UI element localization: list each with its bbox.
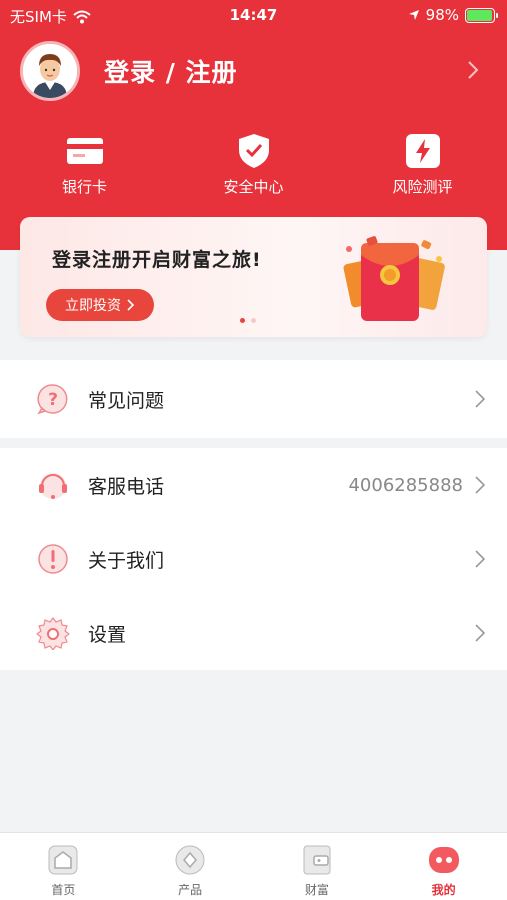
chevron-right-icon[interactable] [467,60,479,80]
menu-item-label: 关于我们 [88,549,165,572]
chevron-right-icon [475,476,485,494]
wallet-icon [303,845,331,875]
tab-mine[interactable]: 我的 [380,833,507,900]
menu-item-about-us[interactable]: 关于我们 [0,522,507,596]
menu-item-settings[interactable]: 设置 [0,596,507,670]
status-bar: 无SIM卡 14:47 98% [0,0,507,30]
home-icon [48,845,78,875]
chevron-right-icon [475,624,485,642]
menu-item-faq[interactable]: ? 常见问题 [0,360,507,438]
tab-label: 首页 [51,883,76,897]
question-icon: ? [37,384,68,415]
location-arrow-icon [408,10,419,20]
menu-item-label: 常见问题 [88,389,165,412]
quick-action-label: 安全中心 [223,178,284,196]
promo-banner[interactable]: 登录注册开启财富之旅! 立即投资 [20,217,487,337]
invest-now-label: 立即投资 [65,298,121,314]
shield-check-icon [238,134,269,168]
exclamation-icon [38,544,68,574]
battery-icon [465,7,498,23]
quick-action-risk-assessment[interactable]: 风险测评 [338,132,507,212]
quick-action-security-center[interactable]: 安全中心 [169,132,338,212]
battery-fill [467,9,493,21]
menu-group-info: 客服电话 4006285888 关于我们 设置 [0,448,507,670]
pagination-dot [251,318,256,323]
avatar[interactable] [20,41,80,101]
banner-pagination [240,318,256,323]
invest-now-button[interactable]: 立即投资 [46,289,154,321]
menu-item-label: 设置 [88,623,127,646]
tab-product[interactable]: 产品 [127,833,254,900]
chevron-right-icon [475,550,485,568]
tab-label: 产品 [178,883,203,897]
quick-action-bank-card[interactable]: 银行卡 [0,132,169,212]
headset-icon [39,473,67,499]
quick-action-label: 风险测评 [392,178,453,196]
profile-row[interactable]: 登录 / 注册 [20,40,487,102]
red-packet-illustration [343,236,445,321]
menu-group-help: ? 常见问题 [0,360,507,438]
product-icon [175,845,205,875]
tab-label: 财富 [304,883,329,897]
svg-text:?: ? [48,390,58,410]
login-register-label[interactable]: 登录 / 注册 [104,53,238,89]
tab-home[interactable]: 首页 [0,833,127,900]
menu-item-label: 客服电话 [88,475,165,498]
menu-item-customer-service[interactable]: 客服电话 4006285888 [0,448,507,522]
bank-card-icon [66,138,103,164]
bottom-tab-bar: 首页 产品 财富 我的 [0,832,507,900]
chevron-right-icon [475,390,485,408]
hotline-number[interactable]: 4006285888 [348,475,463,496]
gear-icon [36,617,70,650]
tab-label: 我的 [431,883,456,897]
header-background [0,0,507,250]
avatar-icon [23,44,77,98]
profile-icon [428,847,459,873]
banner-title: 登录注册开启财富之旅! [52,249,262,271]
tab-wealth[interactable]: 财富 [254,833,381,900]
lightning-icon [405,134,440,168]
quick-action-label: 银行卡 [61,178,107,196]
pagination-dot [240,318,245,323]
chevron-right-icon [127,299,135,311]
battery-percent: 98% [425,6,459,24]
quick-actions: 银行卡 安全中心 风险测评 [0,132,507,212]
